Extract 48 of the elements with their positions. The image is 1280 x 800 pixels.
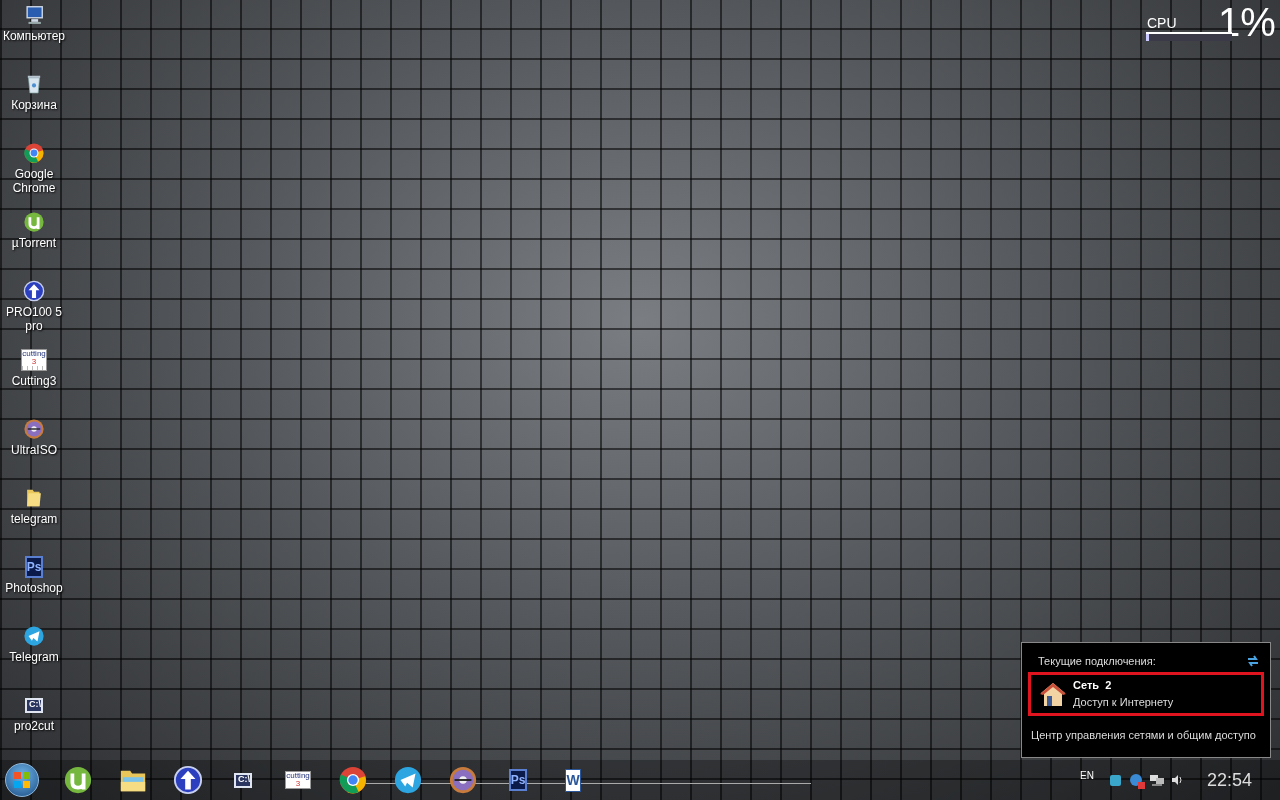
console-window-icon: C:\: [25, 697, 43, 713]
desktop-shortcut[interactable]: Компьютер: [0, 2, 68, 71]
desktop-shortcut[interactable]: Telegram: [0, 623, 68, 692]
network-center-link[interactable]: Центр управления сетями и общим доступо: [1028, 726, 1264, 743]
network-icon[interactable]: [1149, 774, 1164, 786]
taskbar-app-button[interactable]: cutting 3: [281, 763, 315, 797]
desktop-shortcut[interactable]: µTorrent: [0, 209, 68, 278]
utorrent-logo-icon: [63, 765, 93, 795]
desktop-shortcut[interactable]: cutting 3 Cutting3: [0, 347, 68, 416]
photoshop-logo-icon: Ps: [508, 769, 528, 791]
disc-icon: [23, 418, 45, 440]
console-window-icon: C:\: [234, 772, 252, 788]
desktop-shortcut[interactable]: Google Chrome: [0, 140, 68, 209]
taskbar-app-button[interactable]: C:\: [226, 763, 260, 797]
clock[interactable]: 22:54: [1206, 766, 1252, 794]
tray-app-icon[interactable]: [1109, 774, 1121, 786]
desktop-shortcut[interactable]: Корзина: [0, 71, 68, 140]
connection-name: Сеть 2: [1073, 678, 1113, 693]
tray-notification-icon[interactable]: [1129, 774, 1142, 786]
chrome-logo-icon: [338, 765, 368, 795]
desktop-shortcut[interactable]: Ps Photoshop: [0, 554, 68, 623]
windows-logo-icon: [13, 771, 31, 789]
chrome-logo-icon: [23, 142, 45, 164]
popup-header: Текущие подключения:: [1038, 654, 1156, 669]
cpu-label: CPU: [1147, 16, 1177, 30]
refresh-arrows-icon[interactable]: [1246, 654, 1260, 669]
start-button[interactable]: [5, 763, 39, 797]
word-logo-icon: W: [565, 768, 581, 792]
language-indicator[interactable]: EN: [1080, 767, 1094, 783]
desktop-shortcut[interactable]: PRO100 5 pro: [0, 278, 68, 347]
disc-icon: [448, 765, 478, 795]
network-connection-item[interactable]: Сеть 2 Доступ к Интернету: [1028, 671, 1264, 716]
taskbar-app-button[interactable]: [171, 763, 205, 797]
taskbar-app-button[interactable]: Ps: [501, 763, 535, 797]
desktop-shortcut[interactable]: telegram: [0, 485, 68, 554]
desktop-shortcut[interactable]: UltraISO: [0, 416, 68, 485]
taskbar-app-button[interactable]: W: [556, 763, 590, 797]
monitor-icon: [23, 4, 45, 26]
desktop-shortcut[interactable]: C:\ pro2cut: [0, 692, 68, 761]
utorrent-logo-icon: [23, 211, 45, 233]
grid-sheet-icon: cutting 3: [21, 349, 47, 371]
house-icon: [1039, 680, 1067, 707]
photoshop-logo-icon: Ps: [24, 556, 44, 578]
paper-plane-icon: [23, 625, 45, 647]
speaker-icon[interactable]: [1170, 774, 1183, 786]
grid-sheet-icon: cutting 3: [285, 771, 311, 789]
paper-plane-icon: [393, 765, 423, 795]
connection-status: Доступ к Интернету: [1073, 694, 1174, 710]
